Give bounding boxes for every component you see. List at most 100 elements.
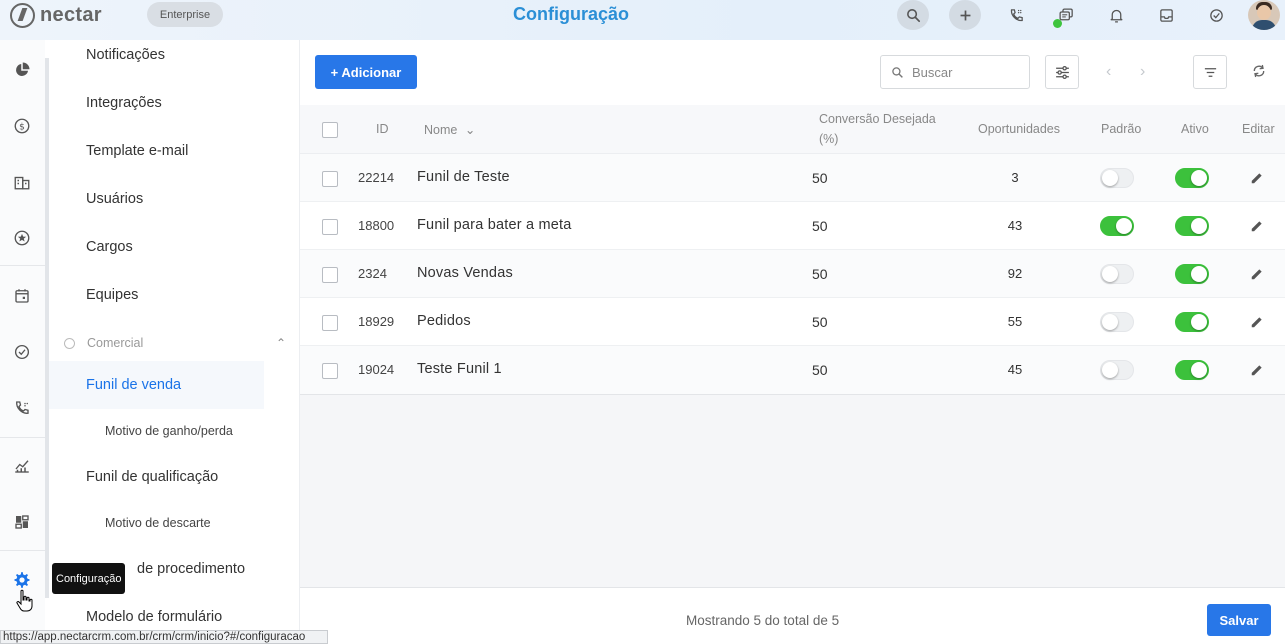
row-checkbox[interactable]: [322, 315, 338, 331]
menu-item-funil-de-venda[interactable]: Funil de venda: [86, 377, 181, 393]
menu-item-modelo-de-formulario[interactable]: Modelo de formulário: [86, 609, 222, 625]
search-input[interactable]: [912, 64, 1017, 80]
edit-pencil-icon[interactable]: [1250, 219, 1264, 233]
active-toggle[interactable]: [1175, 216, 1209, 236]
active-toggle[interactable]: [1175, 360, 1209, 380]
funnels-table: ID Nome ⌄ Conversão Desejada (%) Oportun…: [300, 105, 1285, 395]
edit-pencil-icon[interactable]: [1250, 363, 1264, 377]
refresh-icon[interactable]: [1251, 63, 1267, 79]
search-box[interactable]: [880, 55, 1030, 89]
menu-item-motivo-ganho-perda[interactable]: Motivo de ganho/perda: [105, 424, 233, 438]
search-icon: [892, 66, 903, 78]
menu-item-cargos[interactable]: Cargos: [86, 239, 133, 255]
add-button[interactable]: [949, 0, 981, 30]
row-id: 22214: [358, 170, 395, 185]
table-row[interactable]: 18929 Pedidos 50 55: [300, 298, 1285, 346]
row-checkbox[interactable]: [322, 267, 338, 283]
row-id: 19024: [358, 362, 395, 377]
next-page-icon[interactable]: ›: [1140, 63, 1145, 81]
row-opportunities: 43: [1007, 218, 1023, 233]
edit-pencil-icon[interactable]: [1250, 267, 1264, 281]
inbox-button[interactable]: [1150, 0, 1182, 30]
row-conversion: 50: [812, 218, 828, 234]
table-row[interactable]: 2324 Novas Vendas 50 92: [300, 250, 1285, 298]
active-toggle[interactable]: [1175, 264, 1209, 284]
select-all-checkbox[interactable]: [322, 122, 338, 138]
default-toggle[interactable]: [1100, 360, 1134, 380]
rail-calendar[interactable]: [12, 286, 32, 306]
rail-calls[interactable]: [12, 398, 32, 418]
phone-button[interactable]: [1000, 0, 1032, 30]
calendar-icon: [15, 289, 29, 303]
row-opportunities: 45: [1007, 362, 1023, 377]
row-name[interactable]: Teste Funil 1: [417, 361, 502, 377]
column-name-label: Nome: [424, 123, 458, 137]
row-conversion: 50: [812, 170, 828, 186]
row-name[interactable]: Novas Vendas: [417, 265, 513, 281]
filter-lines-icon: [1204, 67, 1216, 77]
row-name[interactable]: Funil de Teste: [417, 169, 510, 185]
menu-item-procedimento[interactable]: de procedimento: [137, 561, 245, 577]
row-name[interactable]: Pedidos: [417, 313, 471, 329]
notifications-button[interactable]: [1100, 0, 1132, 30]
rail-divider: [0, 437, 45, 438]
filter-settings-button[interactable]: [1045, 55, 1079, 89]
rail-sales[interactable]: $: [12, 116, 32, 136]
search-button[interactable]: [897, 0, 929, 30]
row-checkbox[interactable]: [322, 171, 338, 187]
sort-button[interactable]: [1193, 55, 1227, 89]
default-toggle[interactable]: [1100, 168, 1134, 188]
inbox-icon: [1159, 8, 1173, 22]
prev-page-icon[interactable]: ‹: [1106, 63, 1111, 81]
rail-dashboard[interactable]: [12, 60, 32, 80]
avatar-shirt: [1252, 20, 1276, 30]
active-toggle[interactable]: [1175, 168, 1209, 188]
row-checkbox[interactable]: [322, 219, 338, 235]
menu-item-funil-de-qualificacao[interactable]: Funil de qualificação: [86, 469, 218, 485]
row-id: 18929: [358, 314, 395, 329]
rail-divider: [0, 265, 45, 266]
column-opportunities[interactable]: Oportunidades: [978, 122, 1060, 136]
rail-tasks[interactable]: [12, 342, 32, 362]
menu-item-template-email[interactable]: Template e-mail: [86, 143, 188, 159]
dashboard-icon: [15, 515, 29, 529]
column-active[interactable]: Ativo: [1181, 122, 1209, 136]
search-icon: [906, 8, 920, 22]
rail-settings[interactable]: [12, 570, 32, 590]
menu-item-usuarios[interactable]: Usuários: [86, 191, 143, 207]
rail-favorites[interactable]: [12, 228, 32, 248]
save-button[interactable]: Salvar: [1207, 604, 1271, 636]
default-toggle[interactable]: [1100, 216, 1134, 236]
table-row[interactable]: 18800 Funil para bater a meta 50 43: [300, 202, 1285, 250]
menu-item-notificacoes[interactable]: Notificações: [86, 47, 165, 63]
table-row[interactable]: 22214 Funil de Teste 50 3: [300, 154, 1285, 202]
rail-widgets[interactable]: [12, 512, 32, 532]
avatar[interactable]: [1248, 0, 1280, 30]
star-icon: [14, 230, 30, 246]
default-toggle[interactable]: [1100, 312, 1134, 332]
column-name[interactable]: Nome ⌄: [424, 122, 475, 137]
phone-icon: [16, 401, 29, 414]
table-row[interactable]: 19024 Teste Funil 1 50 45: [300, 346, 1285, 394]
add-funnel-button[interactable]: + Adicionar: [315, 55, 417, 89]
edit-pencil-icon[interactable]: [1250, 171, 1264, 185]
online-status-dot: [1053, 19, 1062, 28]
column-default[interactable]: Padrão: [1101, 122, 1141, 136]
row-checkbox[interactable]: [322, 363, 338, 379]
row-name[interactable]: Funil para bater a meta: [417, 217, 572, 233]
menu-item-equipes[interactable]: Equipes: [86, 287, 138, 303]
check-circle-icon: [14, 344, 30, 360]
rail-reports[interactable]: [12, 456, 32, 476]
active-toggle[interactable]: [1175, 312, 1209, 332]
column-edit: Editar: [1242, 122, 1275, 136]
menu-group-comercial[interactable]: Comercial ⌃: [64, 334, 286, 352]
menu-item-motivo-de-descarte[interactable]: Motivo de descarte: [105, 516, 211, 530]
column-id[interactable]: ID: [376, 122, 389, 136]
default-toggle[interactable]: [1100, 264, 1134, 284]
menu-item-integracoes[interactable]: Integrações: [86, 95, 162, 111]
tasks-button[interactable]: [1200, 0, 1232, 30]
column-conversion[interactable]: Conversão Desejada (%): [819, 112, 936, 146]
edit-pencil-icon[interactable]: [1250, 315, 1264, 329]
info-icon: [64, 337, 75, 349]
rail-companies[interactable]: [12, 172, 32, 192]
